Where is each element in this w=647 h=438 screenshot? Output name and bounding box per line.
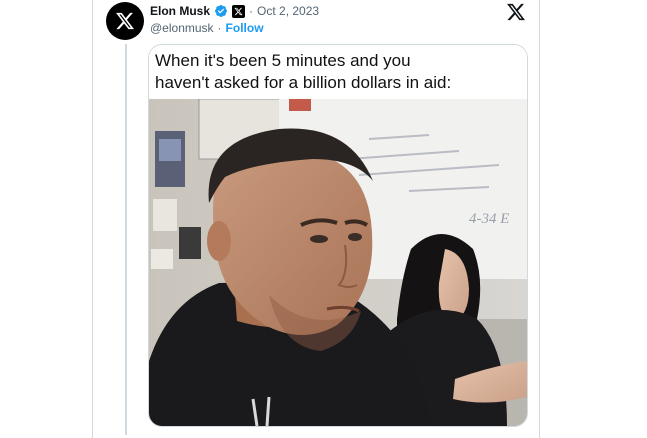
tweet-media[interactable]: When it's been 5 minutes and you haven't… bbox=[148, 44, 528, 427]
verified-badge-icon bbox=[215, 5, 227, 17]
thread-line bbox=[125, 44, 127, 435]
x-logo-icon bbox=[116, 12, 135, 30]
x-affiliate-badge-icon bbox=[232, 4, 246, 18]
author-handle[interactable]: @elonmusk bbox=[150, 21, 214, 35]
tweet-date[interactable]: Oct 2, 2023 bbox=[257, 4, 319, 18]
author-name[interactable]: Elon Musk bbox=[150, 4, 210, 18]
wall-phone bbox=[179, 227, 201, 259]
meme-caption: When it's been 5 minutes and you haven't… bbox=[149, 45, 527, 99]
follow-button[interactable]: Follow bbox=[226, 21, 264, 35]
avatar[interactable] bbox=[106, 2, 144, 40]
author-row: Elon Musk · Oct 2, 2023 bbox=[150, 2, 319, 20]
x-logo-icon[interactable] bbox=[506, 2, 526, 22]
handle-row: @elonmusk · Follow bbox=[150, 20, 264, 36]
handle-separator: · bbox=[217, 21, 222, 35]
date-separator: · bbox=[249, 4, 254, 18]
meme-photo: 4-34 E bbox=[149, 99, 527, 426]
whiteboard-text: 4-34 E bbox=[469, 211, 509, 227]
